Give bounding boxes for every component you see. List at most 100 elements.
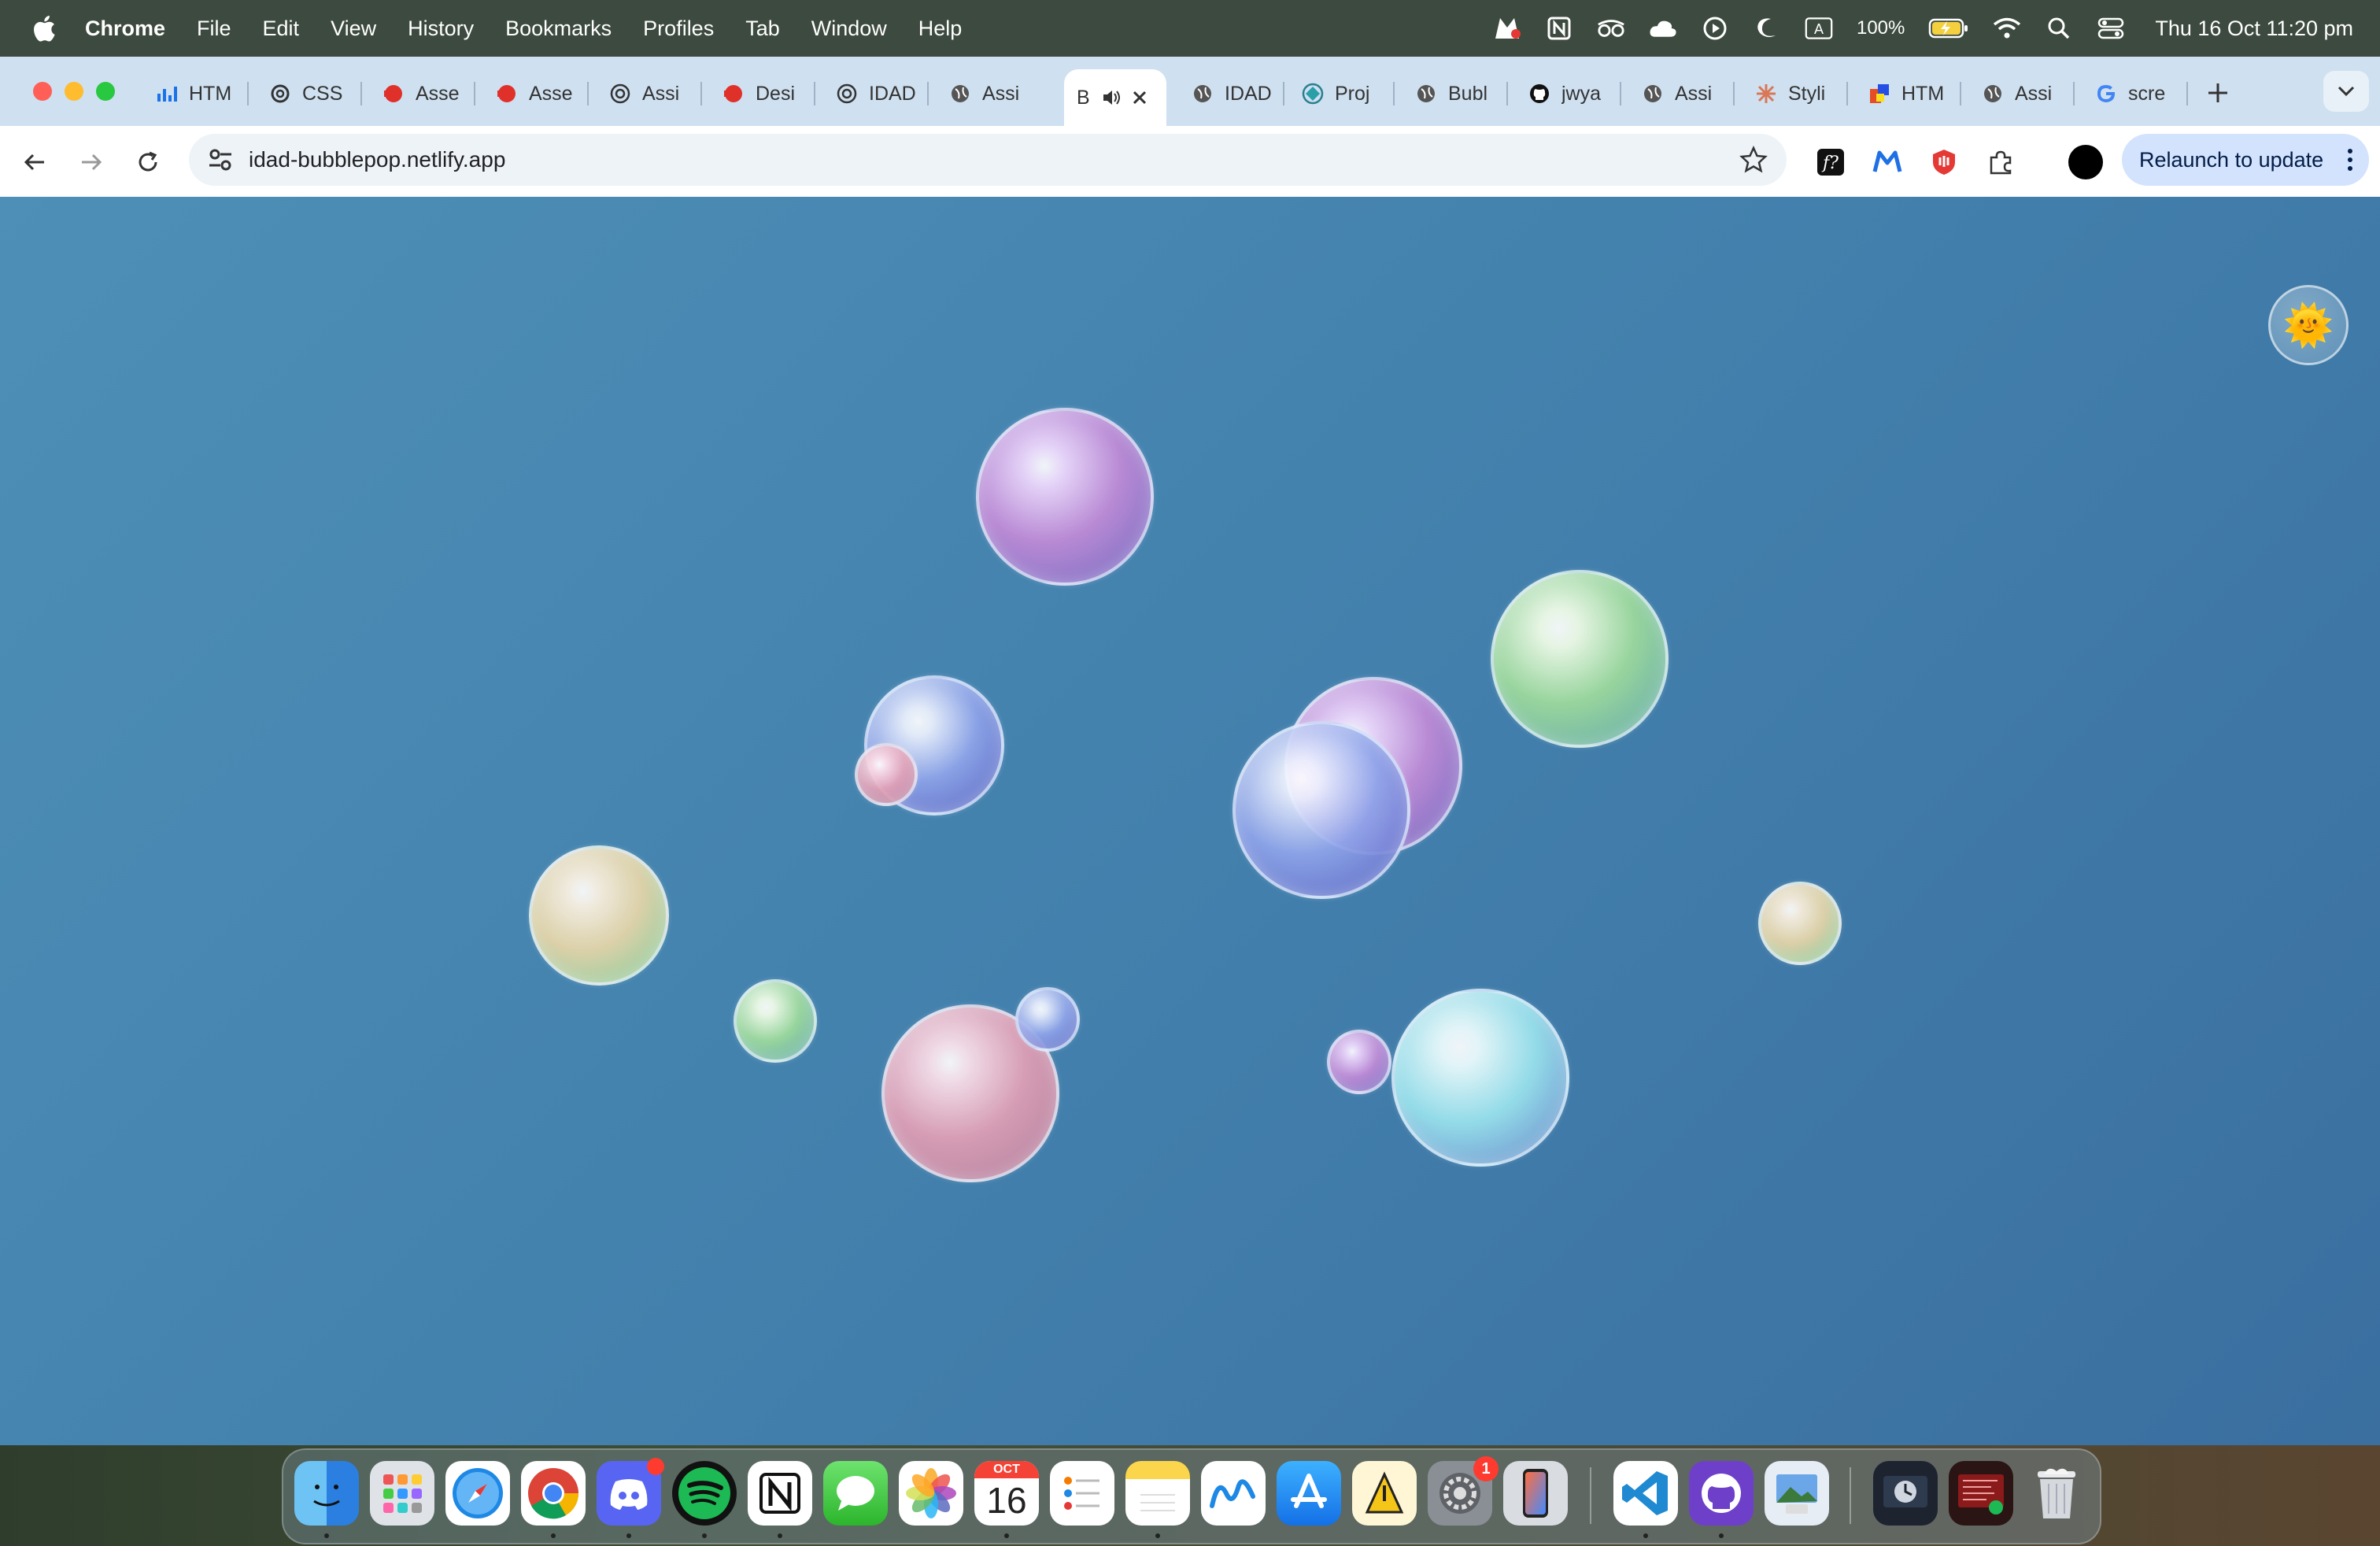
bubble[interactable] [855,743,918,806]
messages-icon[interactable] [823,1461,888,1526]
control-center-icon[interactable] [2097,14,2125,43]
input-source-icon[interactable]: A [1805,14,1833,43]
tab[interactable]: Assi [1629,69,1735,118]
window-maximize-button[interactable] [96,82,115,101]
tab[interactable]: jwya [1516,69,1621,118]
glasses-icon[interactable] [1597,14,1625,43]
menu-app-name[interactable]: Chrome [85,17,165,41]
tab[interactable]: Assi [1969,69,2075,118]
theme-toggle-button[interactable]: 🌞 [2268,285,2349,365]
tab-active[interactable]: B [1064,69,1166,126]
system-settings-icon[interactable]: 1 [1428,1456,1499,1526]
safari-icon[interactable] [445,1461,510,1526]
tab[interactable]: scre [2082,69,2188,118]
tab-search-button[interactable] [2323,71,2369,112]
new-tab-plus-icon[interactable] [2204,79,2232,107]
forward-button[interactable] [76,146,107,178]
more-vertical-icon[interactable] [2345,147,2355,172]
bubble[interactable] [1491,570,1669,748]
calendar-icon[interactable]: OCT 16 [974,1461,1039,1526]
extension-fonts-icon[interactable]: f? [1815,146,1846,178]
photos-icon[interactable] [899,1461,963,1526]
bubble[interactable] [976,408,1154,586]
notion-menu-icon[interactable] [1545,14,1573,43]
battery-charging-icon[interactable] [1928,14,1969,43]
relaunch-to-update-button[interactable]: Relaunch to update [2122,134,2369,186]
screen-time-icon[interactable] [1873,1461,1938,1526]
play-icon[interactable] [1701,14,1729,43]
bubble[interactable] [1391,989,1569,1167]
tab[interactable]: Bubl [1402,69,1508,118]
launchpad-icon[interactable] [370,1461,434,1526]
url-text[interactable]: idad-bubblepop.netlify.app [249,147,505,172]
menu-view[interactable]: View [331,17,376,41]
tab-close-icon[interactable] [1130,88,1149,107]
apple-icon[interactable] [30,13,57,43]
tab[interactable]: Styli [1743,69,1848,118]
bubble[interactable] [1758,882,1842,965]
wifi-icon[interactable] [1993,14,2021,43]
spotlight-search-icon[interactable] [2045,14,2073,43]
tab-label: Assi [2015,82,2053,105]
github-desktop-icon[interactable] [1689,1461,1754,1526]
tab[interactable]: IDAD [823,69,929,118]
cloud-icon[interactable] [1649,14,1677,43]
extension-m-logo-icon[interactable] [1872,146,1903,178]
finder-icon[interactable] [294,1461,359,1526]
vscode-icon[interactable] [1613,1461,1678,1526]
notion-icon[interactable] [748,1461,812,1526]
running-indicator [551,1533,556,1538]
bubble[interactable] [1327,1030,1391,1094]
speaker-icon[interactable] [1100,87,1122,109]
menu-history[interactable]: History [408,17,474,41]
menu-profiles[interactable]: Profiles [643,17,714,41]
menu-edit[interactable]: Edit [263,17,300,41]
tab[interactable]: Asse [370,69,475,118]
tab[interactable]: Assi [937,69,1042,118]
address-bar[interactable]: idad-bubblepop.netlify.app [189,134,1787,186]
spotify-icon[interactable] [672,1461,737,1526]
tab[interactable]: Proj [1289,69,1395,118]
profile-avatar[interactable] [2068,145,2103,179]
tab[interactable]: Asse [483,69,589,118]
menu-window[interactable]: Window [811,17,887,41]
dock-divider [1850,1467,1851,1524]
bubble[interactable] [734,979,817,1063]
freeform-icon[interactable] [1201,1461,1266,1526]
menu-clock[interactable]: Thu 16 Oct 11:20 pm [2155,17,2353,41]
tab[interactable]: IDAD [1179,69,1284,118]
extensions-puzzle-icon[interactable] [1985,146,2016,178]
tab[interactable]: Assi [597,69,702,118]
window-close-button[interactable] [33,82,52,101]
reminders-icon[interactable] [1050,1461,1114,1526]
discord-icon[interactable] [597,1458,664,1526]
bookmark-star-icon[interactable] [1739,146,1768,174]
menu-tab[interactable]: Tab [745,17,780,41]
bubble[interactable] [1015,987,1080,1052]
tab[interactable]: Desi [710,69,815,118]
back-button[interactable] [19,146,50,178]
instruments-icon[interactable] [1352,1461,1417,1526]
notes-icon[interactable] [1125,1461,1190,1526]
preview-icon[interactable] [1765,1461,1829,1526]
menu-help[interactable]: Help [918,17,963,41]
app-store-icon[interactable] [1277,1461,1341,1526]
bubble[interactable] [529,845,669,986]
menu-bookmarks[interactable]: Bookmarks [505,17,612,41]
extension-red-shield-icon[interactable] [1928,146,1960,178]
tab[interactable]: HTM [143,69,249,118]
tab-divider [1283,82,1284,105]
reload-button[interactable] [132,146,164,178]
menu-file[interactable]: File [197,17,231,41]
moon-icon[interactable] [1753,14,1781,43]
tab[interactable]: HTM [1856,69,1961,118]
terminal-icon[interactable] [1949,1461,2013,1526]
trash-icon[interactable] [2024,1461,2089,1526]
window-minimize-button[interactable] [65,82,83,101]
chrome-icon[interactable] [521,1461,586,1526]
bubble[interactable] [1232,721,1410,899]
tab[interactable]: CSS [257,69,362,118]
iphone-mirroring-icon[interactable] [1503,1461,1568,1526]
site-info-icon[interactable] [206,146,235,174]
mcafee-icon[interactable] [1493,14,1521,43]
